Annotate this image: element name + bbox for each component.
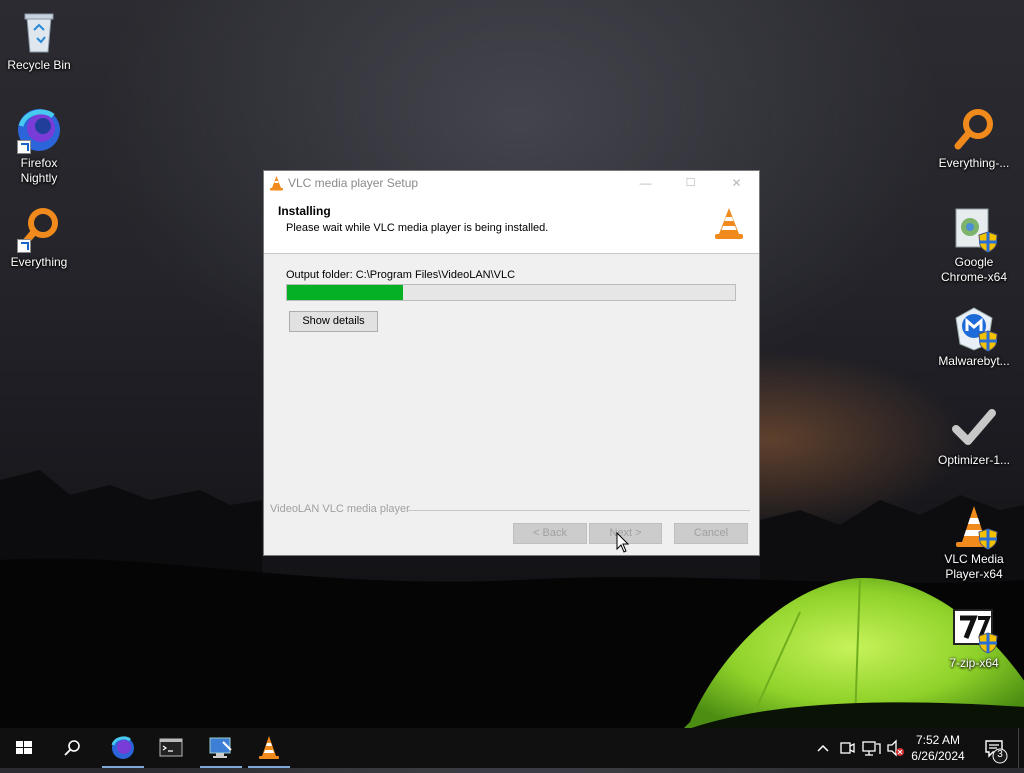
tray-camera[interactable] [836,728,858,768]
vlc-cone-icon [950,502,998,550]
step-title: Installing [278,204,331,218]
malwarebytes-icon [950,304,998,352]
show-desktop-button[interactable] [1018,728,1024,768]
shortcut-arrow-icon [17,140,31,154]
desktop-icon-everything[interactable]: Everything [1,205,77,270]
close-button[interactable]: ✕ [714,171,759,195]
shortcut-arrow-icon [17,239,31,253]
installer-window: VLC media player Setup — ☐ ✕ Installing … [263,170,760,556]
start-button[interactable] [0,728,48,768]
show-details-button[interactable]: Show details [289,311,378,332]
progress-fill [287,285,404,300]
output-folder-label: Output folder: C:\Program Files\VideoLAN… [286,269,516,281]
taskbar: 7:52 AM 6/26/2024 3 [0,728,1024,768]
minimize-button[interactable]: — [623,171,668,195]
brand-label: VideoLAN VLC media player [270,503,414,515]
taskbar-terminal[interactable] [147,728,195,768]
checkmark-icon [950,403,998,451]
clock-time: 7:52 AM [915,733,961,747]
vlc-cone-icon [715,208,743,239]
taskbar-remote-desktop[interactable] [197,728,245,768]
desktop-icon-label: Recycle Bin [7,58,71,72]
brand-divider: VideoLAN VLC media player [270,503,750,517]
firefox-nightly-icon [15,106,63,154]
notification-icon [985,740,1008,764]
everything-search-icon [950,106,998,154]
chevron-up-icon [817,744,829,752]
notification-count-badge: 3 [997,749,1003,760]
tray-network[interactable] [860,728,882,768]
clock-date: 6/26/2024 [911,749,965,763]
desktop-icon-everything-installer[interactable]: Everything-... [936,106,1012,171]
back-button[interactable]: < Back [513,523,587,544]
desktop-icon-vlc-installer[interactable]: VLC Media Player-x64 [936,502,1012,582]
desktop-icon-firefox-nightly[interactable]: Firefox Nightly [1,106,77,186]
action-center-button[interactable]: 3 [980,728,1010,768]
desktop-icon-label: Firefox Nightly [20,156,58,185]
install-progress-bar [286,284,736,301]
desktop-icon-label: Google Chrome-x64 [940,255,1008,284]
maximize-button[interactable]: ☐ [668,171,713,195]
window-title: VLC media player Setup [288,176,419,190]
uac-shield-icon [978,528,998,550]
desktop-icon-label: 7-zip-x64 [949,656,999,670]
system-clock[interactable]: 7:52 AM 6/26/2024 [900,732,976,764]
terminal-icon [159,738,183,757]
divider-line [406,510,750,511]
desktop-icon-label: Everything [10,255,68,269]
desktop-icon-label: Optimizer-1... [937,453,1010,467]
desktop-icon-7zip-installer[interactable]: 7-zip-x64 [936,606,1012,671]
installer-package-icon [950,205,998,253]
vlc-cone-icon [259,736,279,759]
tray-overflow-button[interactable] [812,728,834,768]
windows-logo-icon [16,741,32,754]
firefox-nightly-icon [111,736,134,759]
desktop-icon-label: Everything-... [938,156,1010,170]
desktop-icon-malwarebytes-installer[interactable]: Malwarebyt... [936,304,1012,369]
desktop-icon-chrome-installer[interactable]: Google Chrome-x64 [936,205,1012,285]
desktop-icon-recycle-bin[interactable]: Recycle Bin [1,8,77,73]
desktop-icon-optimizer[interactable]: Optimizer-1... [936,403,1012,468]
window-titlebar[interactable]: VLC media player Setup — ☐ ✕ [264,171,759,195]
uac-shield-icon [978,632,998,654]
step-subtitle: Please wait while VLC media player is be… [286,222,549,234]
search-button[interactable] [48,728,96,768]
everything-search-icon [15,205,63,253]
network-icon [862,741,881,756]
desktop-icon-label: Malwarebyt... [938,354,1010,368]
mouse-cursor-icon [616,532,630,553]
uac-shield-icon [978,231,998,253]
search-icon [64,740,80,756]
vlc-cone-icon [270,176,283,191]
desktop-icon-label: VLC Media Player-x64 [944,552,1004,581]
7zip-icon [950,606,998,654]
installer-header: Installing Please wait while VLC media p… [264,195,759,254]
taskbar-vlc-setup[interactable] [245,728,293,768]
remote-desktop-icon [209,737,232,758]
cancel-button[interactable]: Cancel [674,523,748,544]
uac-shield-icon [978,330,998,352]
recycle-bin-icon [15,8,63,56]
camera-icon [840,742,855,754]
taskbar-firefox-nightly[interactable] [99,728,147,768]
